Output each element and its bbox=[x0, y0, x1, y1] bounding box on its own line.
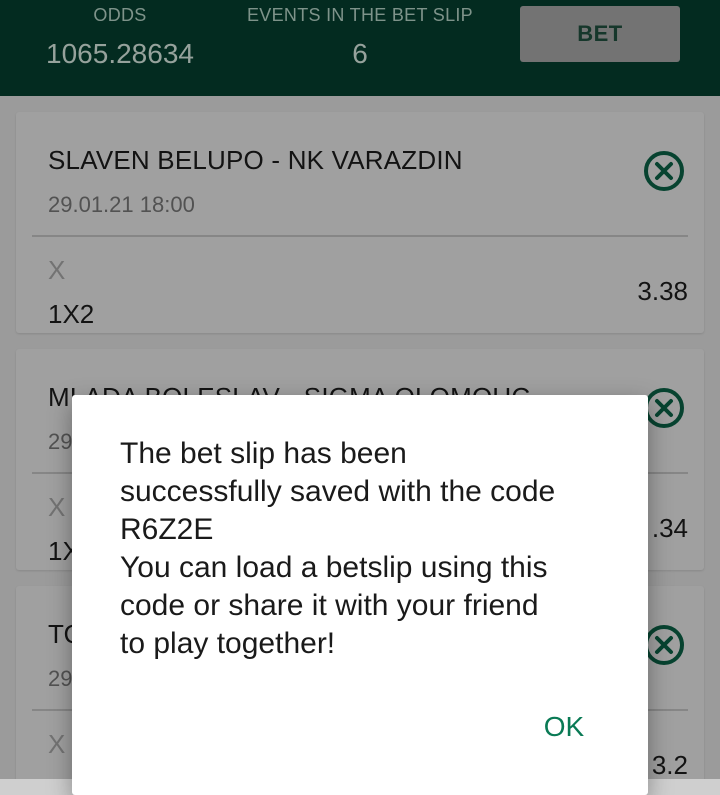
ok-button[interactable]: OK bbox=[524, 701, 604, 753]
dialog-message: The bet slip has been successfully saved… bbox=[120, 437, 556, 660]
saved-bet-slip-dialog: The bet slip has been successfully saved… bbox=[72, 395, 648, 795]
